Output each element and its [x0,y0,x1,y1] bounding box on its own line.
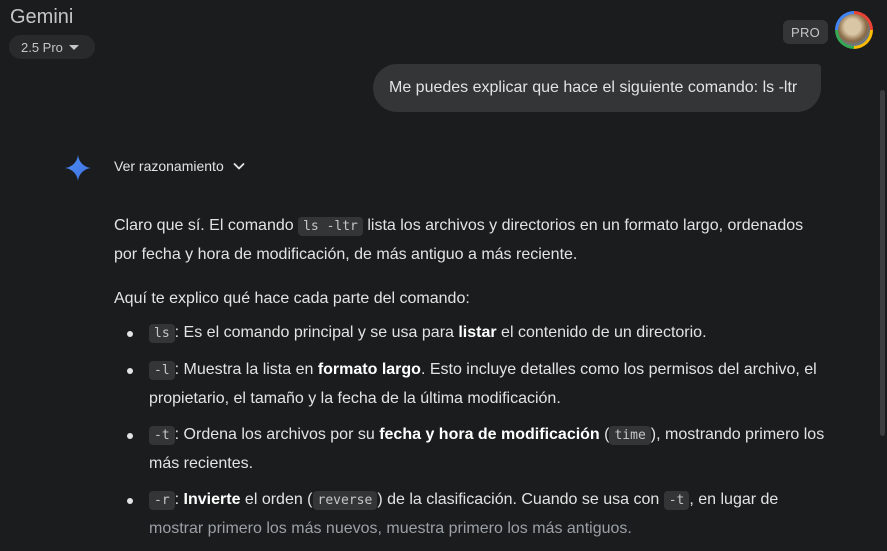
chevron-down-icon [233,163,245,170]
inline-code: -t [663,491,690,510]
gemini-sparkle-icon [65,155,91,181]
option-list: ls: Es el comando principal y se usa par… [114,319,826,543]
response-paragraph-2: Aquí te explico qué hace cada parte del … [114,290,470,307]
show-reasoning-toggle[interactable]: Ver razonamiento [114,158,246,174]
avatar[interactable] [835,11,873,49]
inline-code: ls [149,324,175,343]
inline-code: reverse [312,491,378,510]
list-item: -t: Ordena los archivos por su fecha y h… [114,421,826,478]
response-paragraph-1: Claro que sí. El comando ls -ltr lista l… [114,217,804,263]
caret-down-icon [68,44,79,50]
avatar-image [838,14,870,46]
app-title: Gemini [10,6,74,28]
user-message-bubble: Me puedes explicar que hace el siguiente… [373,64,821,112]
list-item: ls: Es el comando principal y se usa par… [114,319,826,348]
inline-code: ls -ltr [298,217,363,236]
inline-code: -r [149,491,175,510]
reasoning-label: Ver razonamiento [114,158,224,174]
inline-code: time [609,426,651,445]
model-label: 2.5 Pro [21,39,63,55]
inline-code: -l [149,361,175,380]
list-item: -r: Invierte el orden (reverse) de la cl… [114,486,826,543]
model-selector[interactable]: 2.5 Pro [9,35,95,59]
list-item: -l: Muestra la lista en formato largo. E… [114,356,826,413]
inline-code: -t [149,426,175,445]
scrollbar[interactable] [880,90,885,436]
user-message-text: Me puedes explicar que hace el siguiente… [389,79,798,96]
response-body: Claro que sí. El comando ls -ltr lista l… [114,212,826,551]
pro-badge: PRO [783,20,829,44]
